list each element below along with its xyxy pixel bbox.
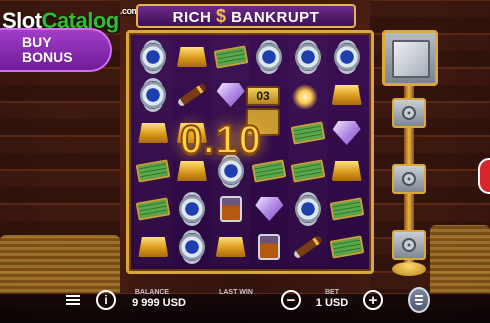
gold-symbol-icon [176,47,207,67]
reel-cell [289,38,328,76]
cash-symbol-icon [136,159,171,183]
reel-cell [211,228,250,266]
gold-symbol-icon [138,237,169,257]
reel-cell [327,38,366,76]
game-logo: RICH $ BANKRUPT [136,4,356,28]
safe-door [392,40,430,78]
reel-cell [211,190,250,228]
cash-symbol-icon [290,159,326,183]
whiskey-symbol-icon [219,196,242,222]
watch-symbol-icon [140,81,167,109]
reel-cell [289,228,328,266]
reel-cell [173,38,212,76]
buy-bonus-button[interactable]: BUY BONUS [0,28,112,72]
reel-cell [327,228,366,266]
lock-dial [402,238,416,252]
watch-symbol-icon [178,195,205,223]
reel-cell [211,76,250,114]
watch-symbol-icon [178,233,205,261]
reel-cell [134,76,173,114]
reel-cell [250,228,289,266]
info-button[interactable]: i [96,290,116,310]
combination-lock-icon [392,164,426,194]
combination-lock-icon [392,98,426,128]
reel-cell [250,38,289,76]
cash-symbol-icon [329,235,364,259]
cigar-symbol-icon [292,234,324,260]
reel-cell [327,76,366,114]
diamond-symbol-icon [216,83,245,107]
watch-symbol-icon [333,43,360,71]
coin-stacks-left [0,235,120,295]
reel-cell [289,114,328,152]
coin-stacks-right [430,225,490,295]
reel-cell [250,190,289,228]
bet-label: BET [325,289,339,296]
reel-cell [134,228,173,266]
watch-symbol-icon [294,43,321,71]
safe-icon [382,30,438,86]
cash-symbol-icon [290,121,326,145]
watch-symbol-icon [294,195,321,223]
gold-symbol-icon [215,237,246,257]
combination-lock-icon [392,230,426,260]
buy-bonus-line2: BONUS [22,49,73,65]
logo-word-left: RICH [172,9,212,26]
bet-increase-button[interactable]: + [363,290,383,310]
reel-cell [211,38,250,76]
reel-cell [173,228,212,266]
game-stage: SlotCatalog .com RICH $ BANKRUPT BUY BON… [0,0,490,323]
dollar-icon: $ [215,6,227,26]
gold-symbol-icon [331,85,362,105]
coin-stack-icon[interactable] [408,287,430,313]
multiplier-counter: 03 [246,86,280,106]
cash-symbol-icon [136,197,171,221]
bet-value: 1 USD [315,297,349,309]
gold-symbol-icon [331,161,362,181]
reel-cell [289,190,328,228]
balance-value: 9 999 USD [132,297,186,309]
lock-dial [402,106,416,120]
cash-symbol-icon [213,45,248,69]
reel-cell [173,190,212,228]
buy-bonus-line1: BUY [22,34,52,50]
diamond-symbol-icon [332,121,361,145]
gold-symbol-icon [176,161,207,181]
sparkle-icon [292,84,318,110]
watch-symbol-icon [256,43,283,71]
win-amount: 0.10 [179,117,262,163]
lock-dial [402,172,416,186]
reel-cell [134,190,173,228]
diamond-symbol-icon [255,197,284,221]
last-win-label: LAST WIN [219,289,253,296]
whiskey-symbol-icon [258,234,281,260]
logo-word-right: BANKRUPT [231,9,320,26]
reel-cell [327,114,366,152]
bet-decrease-button[interactable]: − [281,290,301,310]
reel-cell [134,152,173,190]
balance-label: BALANCE [134,289,170,296]
cash-symbol-icon [329,197,364,221]
reel-cell [134,114,173,152]
gold-symbol-icon [138,123,169,143]
reel-cell [327,152,366,190]
coin-pot-icon [392,262,426,276]
reel-cell [327,190,366,228]
reel-cell [173,76,212,114]
reel-cell [289,152,328,190]
side-menu-tab[interactable] [478,158,490,194]
reel-cell [134,38,173,76]
cigar-symbol-icon [176,82,208,108]
watch-symbol-icon [140,43,167,71]
hamburger-menu-icon[interactable] [63,290,83,310]
